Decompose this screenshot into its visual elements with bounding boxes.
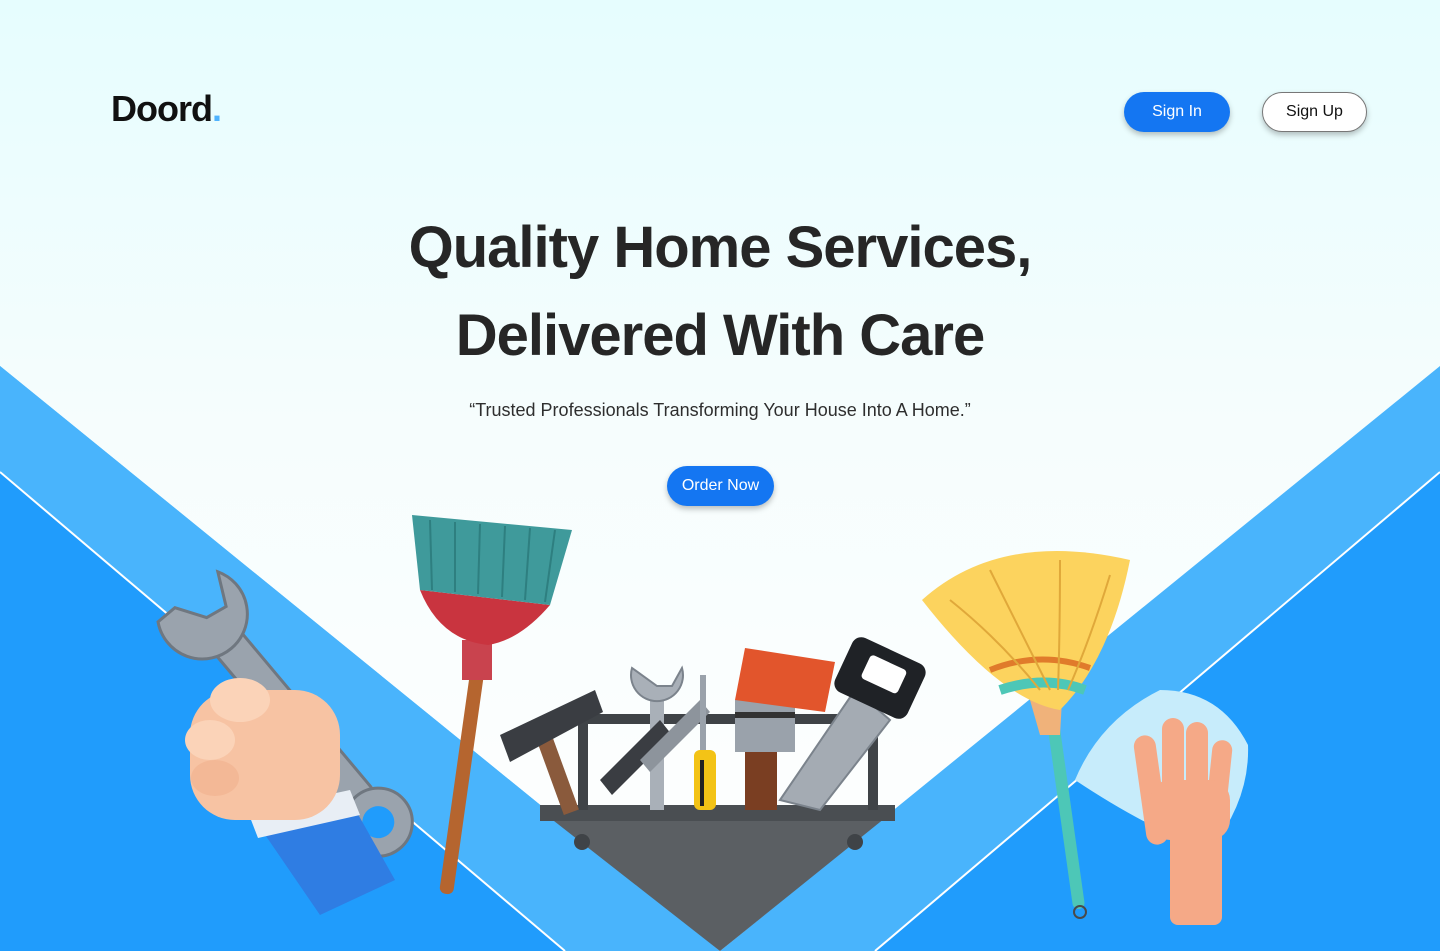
hero-tagline: “Trusted Professionals Transforming Your… [469,400,971,420]
hand-wrench-icon [156,569,414,915]
brand-logo[interactable]: Doord. [111,88,222,130]
order-now-button[interactable]: Order Now [667,466,774,506]
feather-duster-icon [922,551,1130,919]
brand-dot: . [211,88,222,129]
hero-title-line-2: Delivered With Care [455,303,985,368]
brand-name: Doord [111,88,213,129]
broom-icon [412,515,572,895]
cleaning-cloth-hand-icon [1075,690,1249,925]
toolbox-icon [500,637,926,951]
hero-title-line-1: Quality Home Services, [408,215,1033,280]
sign-up-button[interactable]: Sign Up [1262,92,1367,132]
sign-in-button[interactable]: Sign In [1124,92,1230,132]
